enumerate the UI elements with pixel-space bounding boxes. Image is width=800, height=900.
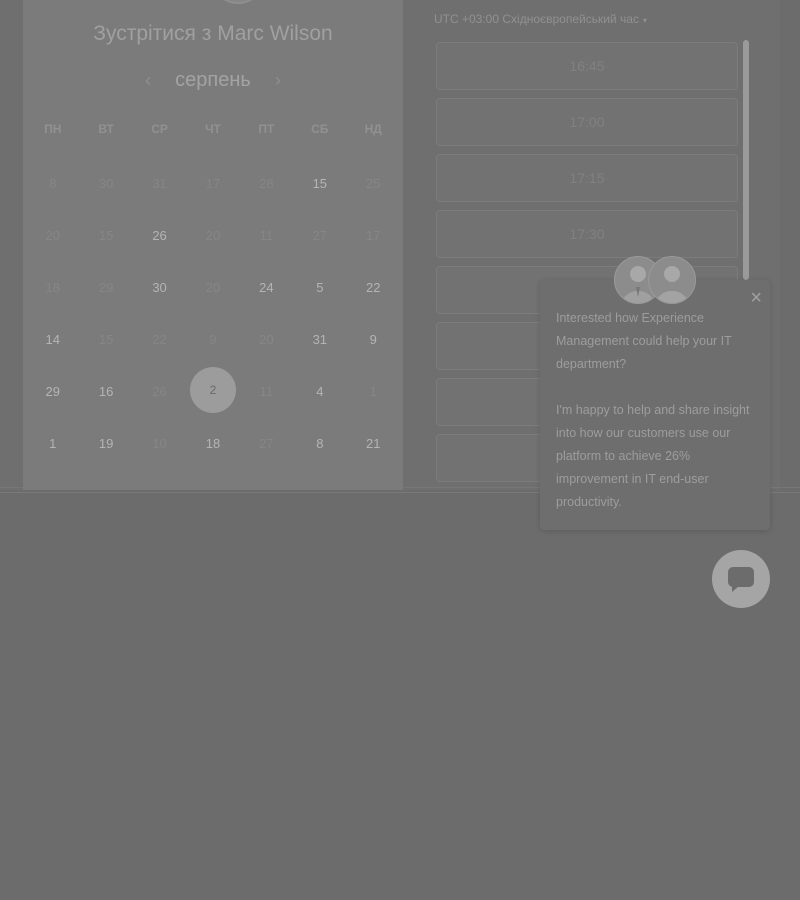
calendar-day: 9 [209, 331, 217, 347]
calendar-day[interactable]: 30 [133, 261, 186, 313]
weekday-label: СР [151, 122, 168, 136]
calendar-day: 22 [152, 331, 167, 347]
calendar-week: 18 29 30 20 24 5 22 [26, 261, 400, 313]
calendar-day[interactable]: 21 [347, 417, 400, 469]
calendar-day: 28 [259, 175, 274, 191]
chat-bubble-icon [728, 567, 754, 592]
calendar-day[interactable]: 4 [293, 365, 346, 417]
scrollbar-thumb[interactable] [743, 40, 749, 280]
weekday-label: НД [364, 122, 382, 136]
weekday-label: ПН [44, 122, 62, 136]
close-icon[interactable]: × [750, 288, 762, 308]
chat-message-intro: Interested how Experience Management cou… [556, 311, 732, 371]
chevron-right-icon[interactable]: › [271, 70, 285, 91]
calendar-week: 1 19 10 18 27 8 21 [26, 417, 400, 469]
host-avatar [213, 0, 263, 4]
chat-launcher-button[interactable] [712, 550, 770, 608]
calendar-day[interactable]: 18 [186, 417, 239, 469]
weekday-label: ПТ [258, 122, 275, 136]
calendar-day: 15 [98, 227, 114, 243]
calendar-day[interactable]: 24 [240, 261, 293, 313]
chat-message-pitch: I'm happy to help and share insight into… [556, 403, 750, 509]
calendar-day: 11 [259, 227, 274, 243]
calendar-day: 1 [369, 383, 377, 399]
time-slot-button[interactable]: 17:30 [436, 210, 738, 258]
calendar-day[interactable]: 19 [79, 417, 132, 469]
timezone-label: UTC +03:00 Східноєвропейський час [434, 12, 639, 26]
calendar-day: 17 [366, 227, 381, 243]
calendar-day: 25 [366, 175, 381, 191]
calendar-day[interactable]: 5 [293, 261, 346, 313]
calendar-week: 14 15 22 9 20 31 9 [26, 313, 400, 365]
selected-day[interactable]: 2 [186, 365, 239, 417]
weekday-label: СБ [311, 122, 329, 136]
caret-down-icon: ▾ [642, 16, 647, 25]
calendar-week: 20 15 26 20 11 27 17 [26, 209, 400, 261]
chevron-left-icon[interactable]: ‹ [141, 70, 155, 91]
calendar-day: 31 [152, 175, 167, 191]
meeting-title: Зустрітися з Marc Wilson [93, 22, 333, 45]
selected-day-label: 2 [189, 367, 236, 413]
calendar-day: 8 [49, 175, 57, 191]
calendar-day[interactable]: 9 [347, 313, 400, 365]
calendar-week: 29 16 26 2 11 4 1 [26, 365, 400, 417]
calendar-day[interactable]: 22 [347, 261, 400, 313]
calendar-day: 18 [45, 279, 60, 295]
calendar-day: 20 [205, 279, 221, 295]
month-label: серпень [175, 68, 251, 91]
calendar-day[interactable]: 14 [26, 313, 79, 365]
calendar-grid: 8 30 31 17 28 15 25 20 15 26 20 11 27 17 18 29 30 20 24 5 22… [26, 157, 400, 469]
calendar-day: 11 [259, 383, 274, 399]
calendar-day[interactable]: 26 [133, 209, 186, 261]
calendar-day: 26 [152, 383, 167, 399]
calendar-panel: Зустрітися з Marc Wilson ‹ серпень › ПН В… [23, 0, 403, 490]
calendar-day: 17 [205, 175, 221, 191]
time-slot-button[interactable]: 17:15 [436, 154, 738, 202]
calendar-day: 27 [259, 435, 274, 451]
calendar-day: 27 [312, 227, 328, 243]
calendar-day[interactable]: 16 [79, 365, 132, 417]
calendar-day: 10 [152, 435, 167, 451]
weekday-header: ПН ВТ СР ЧТ ПТ СБ НД [26, 122, 400, 136]
chat-message: Interested how Experience Management cou… [556, 307, 756, 514]
time-slot-button[interactable]: 16:45 [436, 42, 738, 90]
timezone-selector[interactable]: UTC +03:00 Східноєвропейський час ▾ [434, 12, 647, 26]
calendar-day: 29 [98, 279, 114, 295]
weekday-label: ЧТ [205, 122, 221, 136]
calendar-day: 20 [45, 227, 60, 243]
calendar-day: 20 [205, 227, 221, 243]
calendar-day: 15 [98, 331, 114, 347]
agent-avatar [648, 256, 696, 304]
calendar-day: 20 [259, 331, 274, 347]
month-navigation: ‹ серпень › [23, 66, 403, 94]
calendar-day[interactable]: 31 [293, 313, 346, 365]
calendar-week: 8 30 31 17 28 15 25 [26, 157, 400, 209]
calendar-day[interactable]: 15 [293, 157, 346, 209]
calendar-day[interactable]: 8 [293, 417, 346, 469]
agent-avatars [614, 256, 698, 304]
weekday-label: ВТ [98, 122, 114, 136]
calendar-day[interactable]: 29 [26, 365, 79, 417]
calendar-day[interactable]: 1 [26, 417, 79, 469]
chat-popup: × Interested how Experience Management c… [540, 256, 770, 530]
calendar-day: 30 [98, 175, 114, 191]
time-slot-button[interactable]: 17:00 [436, 98, 738, 146]
